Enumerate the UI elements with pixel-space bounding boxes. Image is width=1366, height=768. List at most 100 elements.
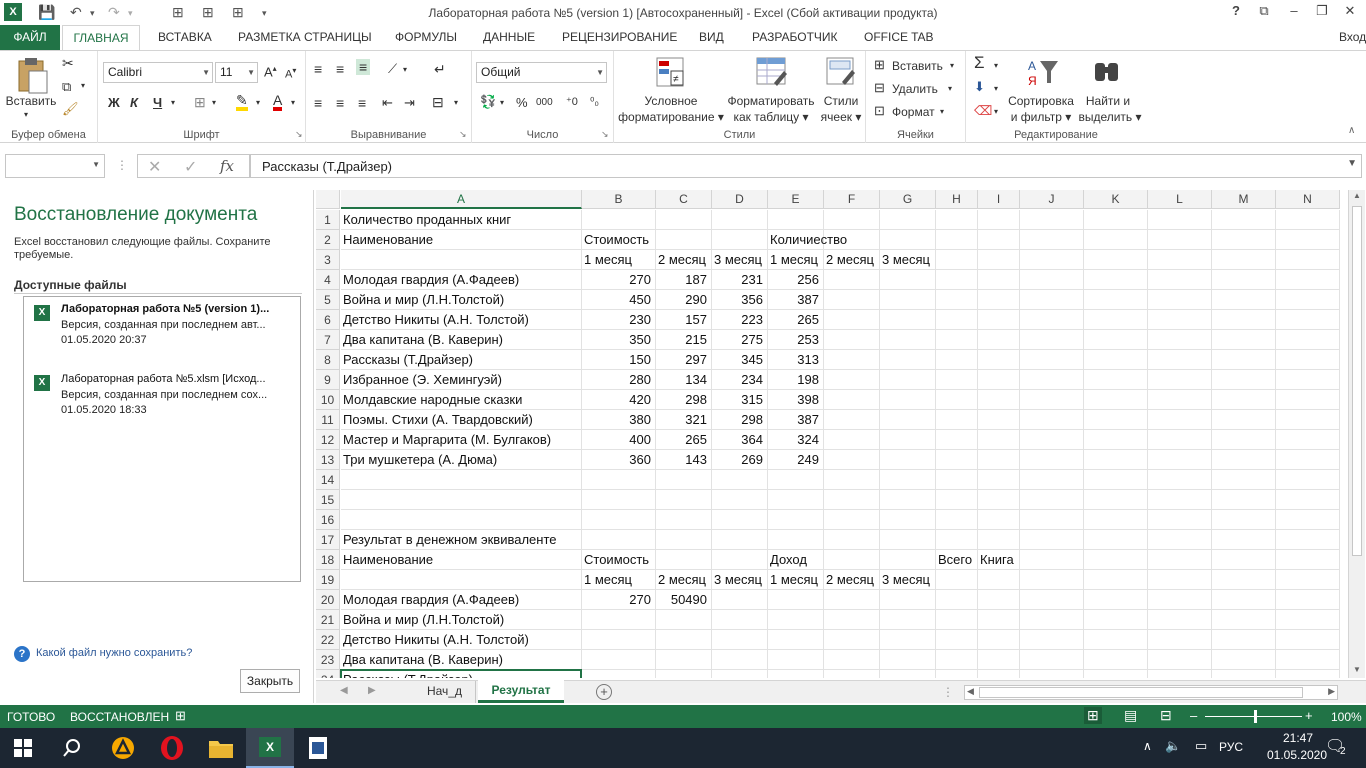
decrease-indent-icon[interactable]: ⇤ [382,95,393,111]
align-left-icon[interactable]: ≡ [314,95,322,111]
font-name-dropdown[interactable]: Calibri ▼ [103,62,213,83]
undo-dropdown-icon[interactable]: ▾ [90,8,95,19]
format-cells-dropdown-icon[interactable]: ▾ [940,107,944,116]
table-cell[interactable]: 420 [584,390,654,410]
tab-home[interactable]: ГЛАВНАЯ [62,25,140,51]
horizontal-scrollbar[interactable]: ◀ ▶ [964,685,1338,700]
table-cell[interactable]: 450 [584,290,654,310]
cell-c3[interactable]: 2 месяц [658,250,706,270]
table-cell[interactable]: Война и мир (Л.Н.Толстой) [343,290,504,310]
tab-split-grip-icon[interactable]: ⋮ [942,685,954,699]
volume-icon[interactable]: 🔈 [1165,738,1181,754]
org-chart-icon[interactable]: ⊞ [172,4,184,21]
table-cell[interactable]: 387 [770,410,822,430]
row-header[interactable]: 14 [316,470,340,490]
row-header[interactable]: 21 [316,610,340,630]
tab-developer[interactable]: РАЗРАБОТЧИК [752,30,838,44]
cell-b20[interactable]: 270 [584,590,654,610]
italic-button[interactable]: К [130,95,138,110]
tab-review[interactable]: РЕЦЕНЗИРОВАНИЕ [562,30,677,44]
taskbar-excel-active[interactable]: X [246,728,294,768]
autosum-icon[interactable]: Σ [974,53,985,73]
row-header[interactable]: 6 [316,310,340,330]
cell-c19[interactable]: 2 месяц [658,570,706,590]
fill-dropdown-icon[interactable]: ▾ [994,84,998,93]
format-as-table-label-1[interactable]: Форматировать [724,93,818,109]
paste-dropdown-icon[interactable]: ▾ [24,107,28,123]
tab-view[interactable]: ВИД [699,30,724,44]
cell-styles-label-1[interactable]: Стили [818,93,864,109]
underline-button[interactable]: Ч [153,95,162,110]
cell-f19[interactable]: 2 месяц [826,570,874,590]
align-center-icon[interactable]: ≡ [336,95,344,111]
sheet-tab-result[interactable]: Результат [478,680,564,703]
column-header[interactable]: D [712,190,768,209]
insert-cells-icon[interactable]: ⊞ [874,57,885,73]
windows-start-icon[interactable] [14,739,32,757]
table-cell[interactable]: 345 [714,350,766,370]
increase-font-icon[interactable]: A▴ [264,64,277,79]
tab-formulas[interactable]: ФОРМУЛЫ [395,30,457,44]
clear-icon[interactable]: ⌫ [974,103,992,119]
select-all-corner[interactable] [316,190,340,209]
table-cell[interactable]: 275 [714,330,766,350]
fill-color-icon[interactable]: ✎ [236,93,248,111]
cell-h18[interactable]: Всего [938,550,972,570]
row-header[interactable]: 7 [316,330,340,350]
row-header[interactable]: 22 [316,630,340,650]
conditional-formatting-label-1[interactable]: Условное [614,93,728,109]
table-cell[interactable]: 157 [658,310,710,330]
merge-dropdown-icon[interactable]: ▾ [454,98,458,107]
fill-icon[interactable]: ⬇ [974,79,985,95]
format-painter-icon[interactable]: 🖌 [62,101,79,117]
cell-b18[interactable]: Стоимость [584,550,649,570]
cell-styles-label-2[interactable]: ячеек ▾ [818,109,864,125]
table-cell[interactable]: 324 [770,430,822,450]
row-header[interactable]: 5 [316,290,340,310]
table-cell[interactable]: 387 [770,290,822,310]
find-select-label-1[interactable]: Найти и [1078,93,1138,109]
next-sheet-icon[interactable]: ▶ [368,685,376,696]
table-cell[interactable]: 223 [714,310,766,330]
font-color-dropdown-icon[interactable]: ▾ [291,98,295,107]
row-header[interactable]: 16 [316,510,340,530]
table-cell[interactable]: 198 [770,370,822,390]
sort-filter-label-1[interactable]: Сортировка [1004,93,1078,109]
row-header[interactable]: 24 [316,670,340,678]
scroll-up-icon[interactable]: ▲ [1353,191,1361,200]
currency-dropdown-icon[interactable]: ▾ [500,98,504,107]
row-header[interactable]: 23 [316,650,340,670]
page-layout-view-icon[interactable]: ▤ [1124,707,1137,724]
table-cell[interactable]: 380 [584,410,654,430]
table-cell[interactable]: 249 [770,450,822,470]
thousands-button[interactable]: 000 [536,97,553,108]
wrap-text-icon[interactable]: ↵ [434,61,446,78]
table-cell[interactable]: 360 [584,450,654,470]
copy-dropdown-icon[interactable]: ▾ [81,81,85,90]
conditional-formatting-icon[interactable]: ≠ [656,57,686,89]
normal-view-icon[interactable]: ⊞ [1084,707,1102,724]
org-chart-icon-2[interactable]: ⊞ [202,4,214,21]
table-cell[interactable]: 298 [714,410,766,430]
row-header[interactable]: 18 [316,550,340,570]
decrease-font-icon[interactable]: A▾ [285,66,296,81]
close-button[interactable]: ✕ [1339,3,1361,19]
vertical-scroll-thumb[interactable] [1352,206,1362,556]
table-cell[interactable]: 356 [714,290,766,310]
table-cell[interactable]: 187 [658,270,710,290]
increase-decimal-icon[interactable]: ⁺0 [566,95,578,108]
tab-office-tab[interactable]: OFFICE TAB [864,30,934,44]
paste-icon[interactable] [16,57,50,95]
table-cell[interactable]: 231 [714,270,766,290]
tab-file[interactable]: ФАЙЛ [0,25,60,50]
delete-cells-dropdown-icon[interactable]: ▾ [948,84,952,93]
column-header[interactable]: B [582,190,656,209]
column-header[interactable]: G [880,190,936,209]
table-cell[interactable]: 315 [714,390,766,410]
format-cells-button[interactable]: Формат [892,105,935,119]
horizontal-scroll-thumb[interactable] [979,687,1303,698]
orientation-icon[interactable]: ⟋ [388,61,397,77]
prev-sheet-icon[interactable]: ◀ [340,685,348,696]
row-header[interactable]: 1 [316,210,340,230]
format-as-table-icon[interactable] [756,57,788,89]
